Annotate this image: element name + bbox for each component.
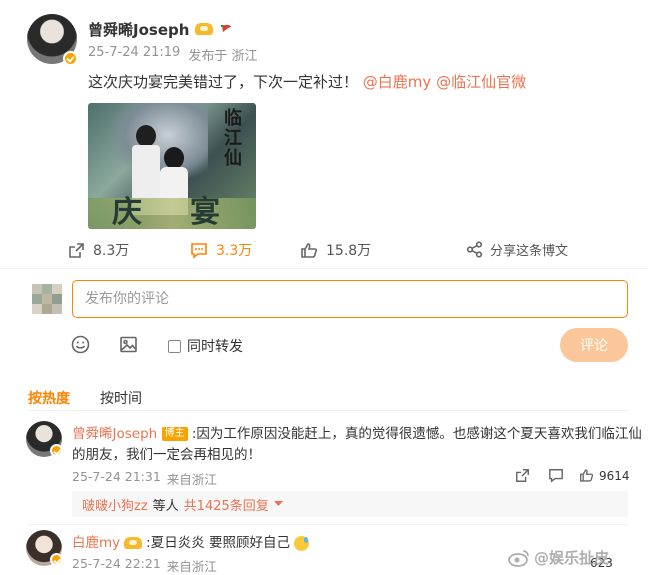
mention-link[interactable]: @临江仙官微	[436, 73, 526, 91]
tab-sort-time-label: 按时间	[100, 391, 142, 407]
comment-source: 来自浙江	[166, 559, 217, 574]
comment-like-button[interactable]: 9614	[579, 468, 630, 483]
like-button[interactable]: 15.8万	[300, 240, 371, 260]
tab-sort-hot-label: 按热度	[28, 391, 70, 407]
post-source: 发布于 浙江	[188, 49, 258, 64]
tab-sort-time[interactable]: 按时间	[100, 388, 142, 408]
forward-checkbox[interactable]	[168, 339, 181, 353]
image-icon	[120, 336, 137, 353]
mention-link[interactable]: @白鹿my	[363, 73, 432, 91]
tabs-divider	[28, 410, 628, 411]
section-divider	[0, 268, 648, 269]
user-avatar-pixelated	[32, 284, 62, 314]
submit-label: 评论	[580, 338, 608, 354]
verified-badge-icon	[63, 51, 78, 66]
image-banner-right: 宴	[190, 195, 220, 229]
post-timestamp[interactable]: 25-7-24 21:19	[88, 45, 180, 64]
comment-timestamp: 25-7-24 21:31	[72, 469, 161, 484]
reply-etc: 等人	[152, 498, 179, 514]
comment-button[interactable]: 3.3万	[190, 240, 252, 260]
repost-icon	[516, 469, 529, 482]
comment-reply-button[interactable]	[548, 468, 564, 487]
comment-repost-button[interactable]	[515, 468, 530, 487]
comment-body: 白鹿my :夏日炎炎 要照顾好自己	[72, 533, 309, 553]
reply-user-link[interactable]: 啵啵小狗zz	[82, 495, 148, 514]
comment-icon	[191, 242, 207, 259]
thumbs-up-icon	[580, 469, 594, 482]
post-image[interactable]: 临江仙 庆 宴	[88, 103, 256, 229]
thumbs-up-icon	[301, 242, 317, 258]
watermark: @娱乐扯皮	[508, 547, 609, 568]
emoji-button[interactable]	[71, 335, 90, 358]
author-badge: 博主	[161, 427, 188, 441]
repost-count: 8.3万	[93, 243, 130, 259]
comment-meta: 25-7-24 22:21 来自浙江	[72, 556, 217, 575]
vip-crown-icon	[195, 23, 214, 35]
comment-text-line: :因为工作原因没能赶上，真的觉得很遗憾。也感谢这个夏天喜欢我们临江仙	[191, 426, 642, 442]
smiley-icon	[71, 335, 90, 354]
vip-crown-icon	[124, 537, 143, 549]
comment-author[interactable]: 曾舜晞Joseph	[72, 426, 157, 442]
repost-icon	[69, 242, 84, 258]
post-body: 这次庆功宴完美错过了，下次一定补过！	[88, 73, 359, 91]
reply-count-link[interactable]: 共1425条回复	[184, 495, 269, 514]
post-author-name[interactable]: 曾舜晞Joseph	[88, 19, 189, 40]
sweat-emoji-icon	[293, 535, 309, 551]
tab-sort-hot[interactable]: 按热度	[28, 388, 70, 408]
caret-down-icon	[273, 501, 283, 506]
repost-button[interactable]: 8.3万	[68, 240, 129, 260]
comment-input[interactable]	[73, 281, 627, 317]
post-text: 这次庆功宴完美错过了，下次一定补过！ @白鹿my @临江仙官微	[88, 71, 526, 92]
forward-toggle[interactable]: 同时转发	[168, 336, 243, 356]
image-upload-button[interactable]	[119, 335, 138, 358]
share-label: 分享这条博文	[490, 244, 569, 259]
comment-like-count: 9614	[599, 468, 630, 483]
watermark-text: @娱乐扯皮	[534, 549, 610, 567]
comment-count: 3.3万	[216, 243, 253, 259]
comment-source: 来自浙江	[166, 472, 217, 487]
image-title-text: 临江仙	[224, 108, 242, 169]
comment-author[interactable]: 白鹿my	[72, 533, 120, 553]
replies-preview[interactable]: 啵啵小狗zz 等人 共1425条回复	[72, 491, 628, 517]
share-button[interactable]: 分享这条博文	[466, 240, 568, 259]
comment-divider	[28, 524, 628, 525]
comment-body: 曾舜晞Joseph 博主 :因为工作原因没能赶上，真的觉得很遗憾。也感谢这个夏天…	[72, 424, 642, 466]
comment-input-box[interactable]	[72, 280, 628, 318]
post-meta: 25-7-24 21:19 发布于 浙江	[88, 45, 257, 64]
image-banner-left: 庆	[112, 195, 142, 229]
comment-text-line: 的朋友，我们一定会再相见的！	[72, 447, 261, 463]
verified-badge-icon	[50, 444, 63, 457]
forward-label: 同时转发	[187, 339, 243, 355]
comment-timestamp: 25-7-24 22:21	[72, 556, 161, 571]
submit-comment-button[interactable]: 评论	[560, 328, 628, 362]
post-author-row: 曾舜晞Joseph	[88, 18, 233, 40]
like-count: 15.8万	[326, 243, 372, 259]
share-icon	[466, 241, 483, 258]
comment-text: :夏日炎炎 要照顾好自己	[146, 535, 290, 551]
red-pepper-icon	[221, 24, 232, 32]
verified-badge-icon	[50, 553, 63, 566]
comment-icon	[549, 469, 563, 483]
weibo-logo-icon	[508, 549, 529, 567]
comment-meta: 25-7-24 21:31 来自浙江	[72, 469, 217, 488]
